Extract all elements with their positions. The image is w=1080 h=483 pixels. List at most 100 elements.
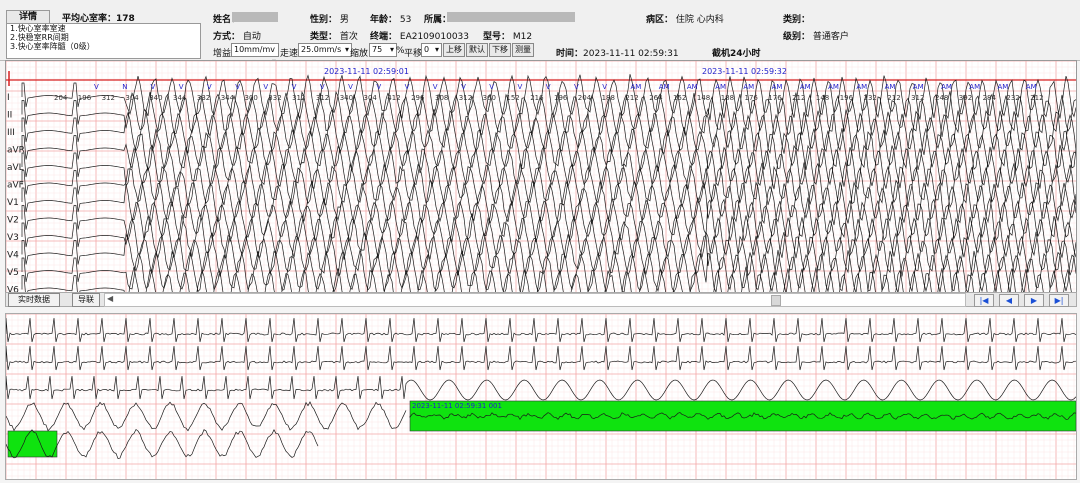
- beat-label: V: [602, 83, 607, 91]
- rr-value: 196: [78, 94, 92, 102]
- rr-value: 312: [292, 94, 305, 102]
- zoom-value: 75: [372, 45, 383, 54]
- zoom-label: 缩放: [350, 49, 369, 59]
- beat-label: V: [320, 83, 325, 91]
- rr-value: 188: [721, 94, 734, 102]
- method-value: 自动: [242, 32, 261, 42]
- timestamp-left: 2023-11-11 02:59:01: [324, 67, 409, 76]
- zoom-select[interactable]: 75 ▾: [369, 43, 397, 57]
- shift-select[interactable]: 0 ▾: [421, 43, 442, 57]
- details-tab[interactable]: 详情: [6, 10, 50, 24]
- level-label: 级别：: [783, 32, 811, 42]
- method-field: 方式： 自动: [213, 29, 261, 42]
- beat-label: AM: [631, 83, 642, 91]
- lead-label: I: [7, 93, 10, 103]
- rr-value: 412: [387, 94, 400, 102]
- model-label: 型号：: [483, 32, 511, 42]
- rr-value: 148: [697, 94, 710, 102]
- age-label: 年龄：: [370, 15, 398, 25]
- rr-value: 284: [983, 94, 997, 102]
- beat-label: V: [292, 83, 297, 91]
- rr-value: 152: [506, 94, 519, 102]
- rr-value: 248: [935, 94, 948, 102]
- rr-value: 304: [125, 94, 139, 102]
- beat-label: AM: [800, 83, 811, 91]
- lead-label: V3: [7, 233, 19, 243]
- rr-value: 216: [530, 94, 544, 102]
- rr-value: 212: [887, 94, 900, 102]
- last-page-icon[interactable]: ▶|: [1049, 294, 1069, 307]
- beat-label: AM: [687, 83, 698, 91]
- terminal-label: 终端：: [370, 32, 398, 42]
- realtime-data-button[interactable]: 实时数据: [8, 293, 60, 307]
- beat-label: AM: [913, 83, 924, 91]
- age-value: 53: [399, 15, 412, 25]
- ecg-overview-view[interactable]: 2023-11-11 02:59:31 001: [5, 313, 1077, 480]
- next-page-icon[interactable]: ▶: [1024, 294, 1044, 307]
- rr-value: 312: [459, 94, 472, 102]
- beat-label: V: [235, 83, 240, 91]
- beat-label: AM: [772, 83, 783, 91]
- method-label: 方式：: [213, 32, 241, 42]
- patient-info-panel: 详情 平均心室率：178 1.快心室率室速 2.快稳室RR间期 3.快心室率阵髓…: [0, 0, 1080, 66]
- rr-value: 344: [173, 94, 187, 102]
- lead-label: V4: [7, 251, 19, 261]
- prev-page-icon[interactable]: ◀: [999, 294, 1019, 307]
- rr-value: 312: [911, 94, 924, 102]
- gender-value: 男: [339, 15, 349, 25]
- beat-label: AM: [659, 83, 670, 91]
- lead-button[interactable]: 导联: [72, 293, 100, 307]
- move-down-button[interactable]: 下移: [489, 43, 511, 57]
- rr-value: 152: [673, 94, 686, 102]
- overview-trace: [5, 375, 1077, 401]
- ecg-overview-canvas[interactable]: 2023-11-11 02:59:31 001: [5, 313, 1077, 479]
- category-label: 类别：: [783, 15, 811, 25]
- rr-value: 204: [54, 94, 68, 102]
- level-value: 普通客户: [812, 32, 849, 42]
- beat-label: N: [122, 83, 127, 91]
- rr-value: 212: [625, 94, 638, 102]
- beat-label: V: [546, 83, 551, 91]
- rr-value: 296: [411, 94, 425, 102]
- default-button[interactable]: 默认: [466, 43, 488, 57]
- beat-label: V: [405, 83, 410, 91]
- diagnosis-list[interactable]: 1.快心室率室速 2.快稳室RR间期 3.快心室率阵髓（0级）: [6, 23, 201, 59]
- scrollbar-thumb[interactable]: [771, 295, 781, 306]
- rr-value: 304: [364, 94, 378, 102]
- rr-value: 204: [578, 94, 592, 102]
- overview-timestamp: 2023-11-11 02:59:31 001: [412, 402, 502, 410]
- beat-label: V: [179, 83, 184, 91]
- rr-value: 264: [649, 94, 663, 102]
- beat-label: AM: [828, 83, 839, 91]
- beat-label: AM: [715, 83, 726, 91]
- beat-label: V: [151, 83, 156, 91]
- lead-label: V2: [7, 216, 19, 226]
- rr-value: 196: [554, 94, 568, 102]
- timeline-scrollbar[interactable]: ◀: [104, 293, 966, 307]
- ward-label: 病区：: [646, 15, 674, 25]
- beat-label: AM: [743, 83, 754, 91]
- highlight-segment: [409, 400, 1077, 432]
- lead-label: V5: [7, 268, 19, 278]
- beat-label: AM: [969, 83, 980, 91]
- scroll-left-icon[interactable]: ◀: [107, 294, 113, 303]
- ecg-12-lead-view[interactable]: I II III aVR aVL aVF V1 V2 V3 V4 V5 V6 2023-11-11 02…: [5, 60, 1077, 314]
- first-page-icon[interactable]: |◀: [974, 294, 994, 307]
- rr-value: 212: [792, 94, 805, 102]
- time-field: 时间：2023-11-11 02:59:31: [556, 46, 679, 59]
- rr-value: 332: [197, 94, 210, 102]
- ecg-12-lead-canvas[interactable]: IIIIIIaVRaVLaVFV1V2V3V4V5V62023-11-11 02…: [5, 60, 1077, 314]
- highlight-segment: [7, 430, 58, 458]
- beat-label: V: [489, 83, 494, 91]
- speed-select[interactable]: 25.0mm/s ▾: [298, 43, 352, 57]
- beat-label: V: [94, 83, 99, 91]
- move-up-button[interactable]: 上移: [443, 43, 465, 57]
- gain-select[interactable]: 10mm/mv▾: [231, 43, 279, 66]
- rr-value: 196: [840, 94, 854, 102]
- beat-label: V: [574, 83, 579, 91]
- gain-label: 增益: [213, 49, 232, 59]
- beat-label: V: [348, 83, 353, 91]
- measure-button[interactable]: 测量: [512, 43, 534, 57]
- ward-value: 住院 心内科: [675, 15, 724, 25]
- time-value: 2023-11-11 02:59:31: [583, 49, 679, 59]
